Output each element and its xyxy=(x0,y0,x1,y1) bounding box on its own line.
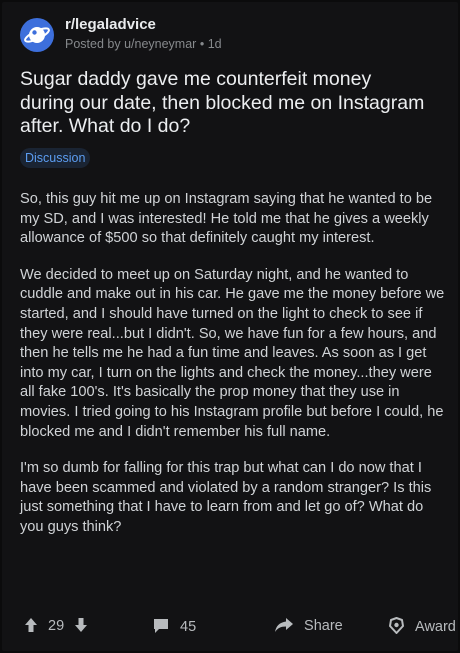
subreddit-avatar[interactable] xyxy=(20,18,54,52)
share-icon xyxy=(275,618,293,632)
share-label: Share xyxy=(304,618,343,634)
upvote-icon[interactable] xyxy=(24,617,38,633)
posted-by[interactable]: Posted by u/neyneymar xyxy=(65,37,196,51)
comment-icon xyxy=(154,619,168,633)
subreddit-name[interactable]: r/legaladvice xyxy=(65,16,156,33)
post-card: r/legaladvice Posted by u/neyneymar • 1d… xyxy=(2,2,458,651)
award-label: Award xyxy=(415,619,456,635)
post-paragraph: We decided to meet up on Saturday night,… xyxy=(20,266,445,440)
downvote-icon[interactable] xyxy=(74,617,88,633)
award-button[interactable]: Award xyxy=(388,617,456,635)
post-paragraph: So, this guy hit me up on Instagram sayi… xyxy=(20,191,433,247)
meta-separator: • xyxy=(199,37,205,51)
post-age: 1d xyxy=(207,37,222,51)
post-flair[interactable]: Discussion xyxy=(20,148,91,168)
award-icon xyxy=(389,617,404,634)
post-actions: 29 45 Share Award xyxy=(20,614,456,638)
post-paragraph: I'm so dumb for falling for this trap bu… xyxy=(20,460,432,535)
vote-count: 29 xyxy=(48,618,65,634)
post-title[interactable]: Sugar daddy gave me counterfeit money du… xyxy=(20,68,430,139)
share-button[interactable]: Share xyxy=(274,617,343,634)
post-meta: Posted by u/neyneymar • 1d xyxy=(65,37,222,51)
comment-count: 45 xyxy=(180,619,197,635)
post-body: So, this guy hit me up on Instagram sayi… xyxy=(20,190,450,555)
planet-icon xyxy=(24,27,50,43)
comments-button[interactable]: 45 xyxy=(152,617,196,635)
vote-control: 29 xyxy=(24,617,88,634)
